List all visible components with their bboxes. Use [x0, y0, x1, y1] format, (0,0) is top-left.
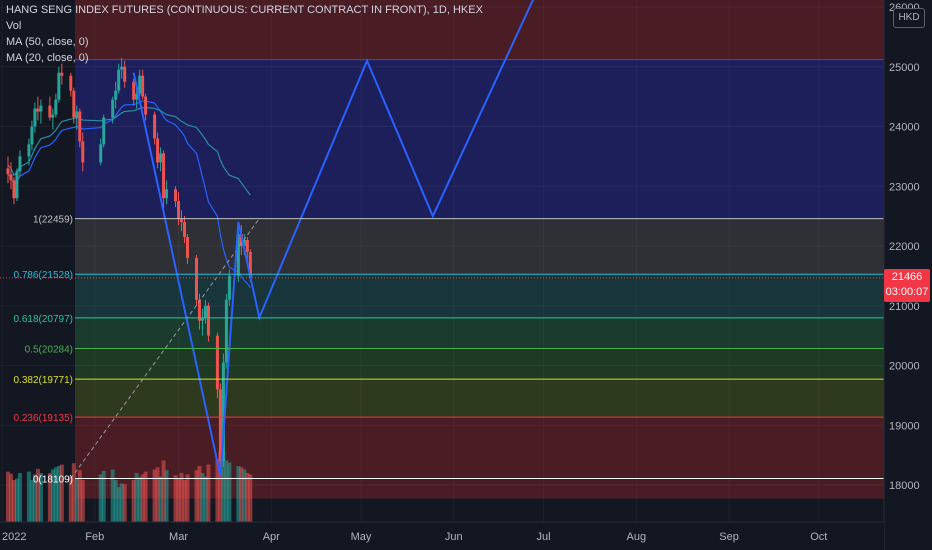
legend-ma20[interactable]: MA (20, close, 0): [6, 50, 483, 66]
candle-body: [15, 171, 19, 199]
candle-body: [120, 66, 124, 70]
volume-bar: [206, 464, 211, 522]
candle-body: [51, 114, 55, 118]
candle-body: [33, 108, 37, 127]
candle-body: [102, 117, 106, 145]
candle-body: [194, 257, 198, 300]
candle-body: [18, 156, 22, 172]
candle-body: [81, 141, 85, 163]
y-tick-label: 20000: [889, 361, 920, 373]
candle-body: [174, 189, 178, 202]
candle-body: [162, 153, 166, 199]
y-tick-label: 21000: [889, 301, 920, 313]
fib-level-label: 0(18109): [33, 474, 73, 485]
candle-body: [114, 90, 118, 100]
candle-body: [75, 111, 79, 118]
x-tick-label: Jul: [537, 531, 551, 543]
last-price-countdown: 03:00:07: [885, 286, 929, 298]
candle-body: [245, 240, 249, 252]
candle-body: [206, 305, 210, 336]
candle-body: [227, 275, 231, 300]
candle-body: [48, 105, 52, 118]
volume-bar: [227, 462, 232, 522]
candle-body: [78, 111, 82, 142]
x-tick-label: Apr: [263, 531, 280, 543]
y-tick-label: 22000: [889, 241, 920, 253]
volume-bar: [164, 470, 169, 522]
candle-body: [180, 219, 184, 223]
volume-bar: [248, 474, 253, 522]
y-tick-label: 24000: [889, 122, 920, 134]
candle-body: [39, 105, 43, 112]
y-tick-label: 23000: [889, 181, 920, 193]
fib-level-label: 0.786(21528): [14, 270, 74, 281]
candle-body: [141, 75, 145, 97]
last-price-tag: 21466 03:00:07: [884, 269, 930, 302]
candle-body: [132, 81, 136, 100]
volume-bar: [122, 484, 127, 522]
candle-body: [224, 299, 228, 363]
fib-level-label: 1(22459): [33, 215, 73, 226]
candle-body: [203, 305, 207, 318]
chart-title: HANG SENG INDEX FUTURES (CONTINUOUS: CUR…: [6, 4, 483, 16]
fib-level-label: 0.618(20797): [14, 314, 74, 325]
y-tick-label: 19000: [889, 420, 920, 432]
candle-body: [99, 144, 103, 163]
x-tick-label: 2022: [2, 531, 26, 543]
last-price-value: 21466: [891, 271, 923, 283]
candle-body: [144, 96, 148, 115]
y-tick-label: 18000: [889, 480, 920, 492]
y-tick-label: 25000: [889, 62, 920, 74]
candle-body: [123, 66, 127, 82]
candle-body: [9, 174, 13, 181]
x-tick-label: Oct: [810, 531, 827, 543]
x-tick-label: Sep: [719, 531, 739, 543]
candle-body: [57, 72, 61, 100]
volume-bar: [59, 464, 64, 522]
fib-level-label: 0.236(19135): [14, 413, 74, 424]
candle-body: [6, 168, 10, 175]
x-tick-label: May: [351, 531, 372, 543]
candle-body: [36, 108, 40, 112]
fib-band: [75, 379, 884, 418]
volume-bar: [185, 474, 190, 522]
fib-level-label: 0.382(19771): [14, 375, 74, 386]
candle-body: [72, 90, 76, 118]
candle-body: [30, 126, 34, 145]
fib-band: [75, 317, 884, 349]
currency-badge[interactable]: HKD: [893, 8, 925, 28]
candle-body: [215, 335, 219, 390]
fib-upper-band: [75, 59, 884, 219]
volume-bar: [80, 480, 85, 522]
candle-body: [186, 237, 190, 258]
fib-bands: [75, 0, 884, 499]
x-tick-label: Feb: [85, 531, 104, 543]
candle-body: [153, 114, 157, 139]
price-chart[interactable]: 0(18109) 0.236(19135) 0.382(19771) 0.5(2028…: [0, 0, 932, 550]
candle-body: [54, 99, 58, 115]
candle-body: [165, 189, 169, 199]
legend-vol[interactable]: Vol: [6, 18, 483, 34]
candle-body: [156, 138, 160, 163]
x-tick-label: Mar: [169, 531, 188, 543]
candle-body: [159, 153, 163, 163]
fib-level-label: 0.5(20284): [25, 345, 73, 356]
legend: HANG SENG INDEX FUTURES (CONTINUOUS: CUR…: [6, 2, 483, 66]
candle-body: [177, 201, 181, 220]
legend-ma50[interactable]: MA (50, close, 0): [6, 34, 483, 50]
candle-body: [12, 180, 16, 199]
fib-band: [75, 417, 884, 479]
volume-bar: [143, 471, 148, 522]
candle-body: [117, 69, 121, 91]
candle-body: [69, 75, 73, 91]
candle-body: [111, 99, 115, 118]
x-tick-label: Aug: [627, 531, 647, 543]
x-axis-bg: [0, 522, 884, 550]
candle-body: [183, 222, 187, 238]
candle-body: [60, 72, 64, 76]
volume-bar: [17, 473, 22, 522]
x-axis[interactable]: 2022 Feb Mar Apr May Jun Jul Aug Sep Oct: [0, 521, 884, 550]
x-tick-label: Jun: [445, 531, 463, 543]
candle-body: [27, 144, 31, 157]
